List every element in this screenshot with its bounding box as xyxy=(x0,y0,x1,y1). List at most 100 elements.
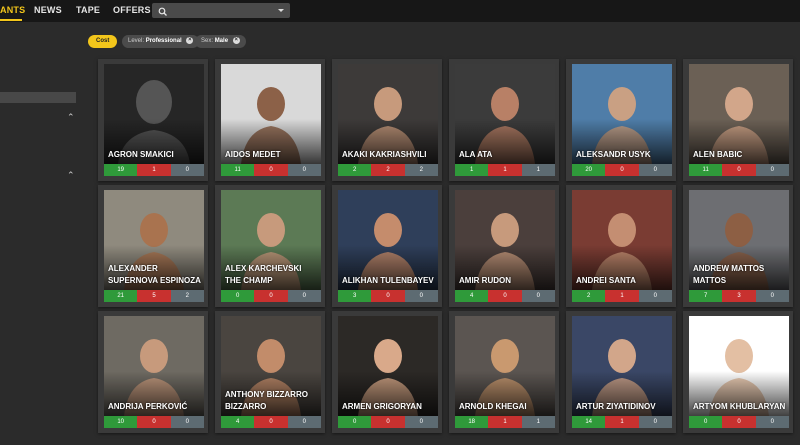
search-input[interactable] xyxy=(152,3,290,18)
fighter-card[interactable]: ALEXANDER SUPERNOVA ESPINOZA 21 5 2 xyxy=(98,185,208,307)
fighter-photo: ALEKSANDR USYK xyxy=(572,64,672,164)
fighter-name: AKAKI KAKRIASHVILI xyxy=(342,150,427,159)
fighter-card[interactable]: AMIR RUDON 4 0 0 xyxy=(449,185,559,307)
filter-chip-key: Level: xyxy=(128,38,145,44)
fighter-name: ANDRIJA PERKOVIĆ xyxy=(108,402,188,411)
record-draws: 0 xyxy=(287,164,321,176)
chevron-up-icon[interactable]: ⌃ xyxy=(67,170,75,181)
fighter-name: AIDOS MEDET xyxy=(225,150,281,159)
filter-chip-key: Sex: xyxy=(201,38,214,44)
chevron-up-icon[interactable]: ⌃ xyxy=(67,112,75,123)
fighter-photo: ARTUR ZIYATIDINOV xyxy=(572,316,672,416)
nav-item-participants[interactable]: ANTS xyxy=(0,5,25,15)
fighter-card[interactable]: ALIKHAN TULENBAYEV 3 0 0 xyxy=(332,185,442,307)
fighter-card[interactable]: ARNOLD KHEGAI 18 1 1 xyxy=(449,311,559,433)
fighter-photo: AKAKI KAKRIASHVILI xyxy=(338,64,438,164)
fighter-record: 10 0 0 xyxy=(104,416,204,428)
sidebar-selected-item[interactable] xyxy=(0,92,76,103)
fighter-card[interactable]: ANDRIJA PERKOVIĆ 10 0 0 xyxy=(98,311,208,433)
record-wins: 1 xyxy=(455,164,489,176)
record-wins: 0 xyxy=(338,416,372,428)
fighter-record: 222 xyxy=(338,164,438,176)
fighter-record: 300 xyxy=(338,290,438,302)
record-draws: 0 xyxy=(638,164,672,176)
fighter-record: 20 0 0 xyxy=(572,164,672,176)
fighter-record: 21 5 2 xyxy=(104,290,204,302)
filter-chip-value: Professional xyxy=(145,38,182,44)
fighter-record: 400 xyxy=(221,416,321,428)
nav-item-offers[interactable]: OFFERS xyxy=(113,5,151,15)
record-losses: 0 xyxy=(722,164,756,176)
record-draws: 0 xyxy=(755,290,789,302)
fighter-record: 19 1 0 xyxy=(104,164,204,176)
fighter-name: ALIKHAN TULENBAYEV xyxy=(342,276,434,285)
fighter-photo: ALIKHAN TULENBAYEV xyxy=(338,190,438,290)
fighter-record: 14 1 0 xyxy=(572,416,672,428)
fighter-record: 11 0 0 xyxy=(689,164,789,176)
fighter-name: ARTYOM KHUBLARYAN xyxy=(693,402,786,411)
fighter-photo: ALEX KARCHEVSKI THE CHAMP xyxy=(221,190,321,290)
fighter-card[interactable]: ALEN BABIC 11 0 0 xyxy=(683,59,793,181)
record-losses: 1 xyxy=(605,416,639,428)
record-losses: 0 xyxy=(137,416,171,428)
fighter-photo: ARTYOM KHUBLARYAN xyxy=(689,316,789,416)
record-wins: 2 xyxy=(572,290,606,302)
fighter-card[interactable]: ANTHONY BIZZARRO BIZZARRO 4 0 0 xyxy=(215,311,325,433)
fighter-record: 000 xyxy=(689,416,789,428)
chevron-down-icon[interactable] xyxy=(278,9,284,12)
fighter-card[interactable]: ANDREI SANTA 2 1 0 xyxy=(566,185,676,307)
fighter-photo: ANTHONY BIZZARRO BIZZARRO xyxy=(221,316,321,416)
record-losses: 0 xyxy=(371,290,405,302)
record-draws: 1 xyxy=(521,416,555,428)
search-icon xyxy=(158,4,168,22)
record-wins: 18 xyxy=(455,416,489,428)
fighter-card[interactable]: ALEX KARCHEVSKI THE CHAMP 0 0 0 xyxy=(215,185,325,307)
close-icon[interactable]: × xyxy=(232,36,240,44)
filter-chip-level[interactable]: Level: Professional × xyxy=(122,35,200,48)
fighter-card[interactable]: AKAKI KAKRIASHVILI 2 2 2 xyxy=(332,59,442,181)
fighter-card[interactable]: AGRON SMAKICI 19 1 0 xyxy=(98,59,208,181)
fighter-card[interactable]: ANDREW MATTOS MATTOS 7 3 0 xyxy=(683,185,793,307)
record-draws: 0 xyxy=(755,164,789,176)
nav-item-news[interactable]: NEWS xyxy=(34,5,62,15)
filter-chip-sex[interactable]: Sex: Male × xyxy=(195,35,246,48)
fighter-card[interactable]: ALA ATA 1 1 1 xyxy=(449,59,559,181)
fighter-photo: AGRON SMAKICI xyxy=(104,64,204,164)
record-draws: 0 xyxy=(638,416,672,428)
fighter-record: 730 xyxy=(689,290,789,302)
record-wins: 21 xyxy=(104,290,138,302)
top-nav: ANTS NEWS TAPE OFFERS xyxy=(0,0,800,22)
cost-filter-button[interactable]: Cost xyxy=(88,35,118,48)
fighter-record: 000 xyxy=(338,416,438,428)
record-draws: 0 xyxy=(638,290,672,302)
record-losses: 0 xyxy=(254,416,288,428)
record-draws: 0 xyxy=(404,416,438,428)
record-losses: 0 xyxy=(605,164,639,176)
fighter-name: ALEX KARCHEVSKI THE CHAMP xyxy=(225,264,302,285)
fighter-card[interactable]: ARTYOM KHUBLARYAN 0 0 0 xyxy=(683,311,793,433)
fighter-photo: ALEXANDER SUPERNOVA ESPINOZA xyxy=(104,190,204,290)
fighter-name: ARMEN GRIGORYAN xyxy=(342,402,422,411)
close-icon[interactable]: × xyxy=(186,36,194,44)
record-draws: 2 xyxy=(404,164,438,176)
fighter-card[interactable]: AIDOS MEDET 11 0 0 xyxy=(215,59,325,181)
fighter-name: ANDREW MATTOS MATTOS xyxy=(693,264,765,285)
fighter-name: ANDREI SANTA xyxy=(576,276,636,285)
fighter-card[interactable]: ARMEN GRIGORYAN 0 0 0 xyxy=(332,311,442,433)
fighter-record: 000 xyxy=(221,290,321,302)
fighter-photo: ANDREI SANTA xyxy=(572,190,672,290)
record-draws: 0 xyxy=(404,290,438,302)
fighter-name: ALA ATA xyxy=(459,150,493,159)
fighter-name: ALEKSANDR USYK xyxy=(576,150,651,159)
record-losses: 5 xyxy=(137,290,171,302)
record-losses: 1 xyxy=(137,164,171,176)
record-wins: 4 xyxy=(221,416,255,428)
record-wins: 3 xyxy=(338,290,372,302)
fighter-name: ARTUR ZIYATIDINOV xyxy=(576,402,656,411)
record-wins: 11 xyxy=(689,164,723,176)
record-losses: 1 xyxy=(488,416,522,428)
fighter-card[interactable]: ARTUR ZIYATIDINOV 14 1 0 xyxy=(566,311,676,433)
nav-item-tape[interactable]: TAPE xyxy=(76,5,100,15)
fighter-card[interactable]: ALEKSANDR USYK 20 0 0 xyxy=(566,59,676,181)
fighter-photo: AMIR RUDON xyxy=(455,190,555,290)
